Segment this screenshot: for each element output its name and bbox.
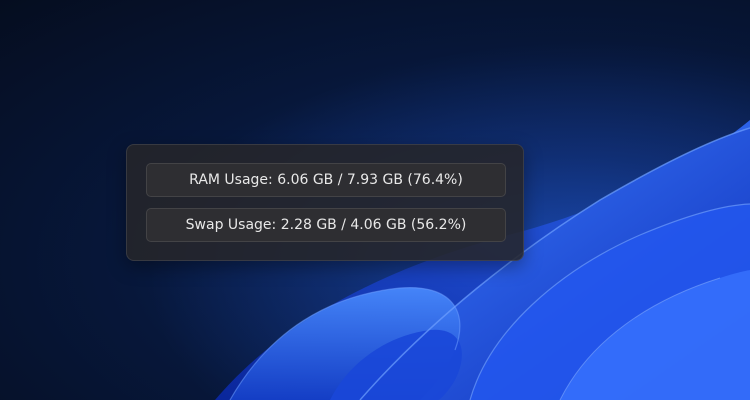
- memory-usage-widget: RAM Usage: 6.06 GB / 7.93 GB (76.4%) Swa…: [126, 144, 524, 261]
- desktop: RAM Usage: 6.06 GB / 7.93 GB (76.4%) Swa…: [0, 0, 750, 400]
- swap-usage-label: Swap Usage: 2.28 GB / 4.06 GB (56.2%): [185, 217, 467, 233]
- swap-usage-row: Swap Usage: 2.28 GB / 4.06 GB (56.2%): [146, 208, 506, 242]
- ram-usage-label: RAM Usage: 6.06 GB / 7.93 GB (76.4%): [189, 172, 463, 188]
- ram-usage-row: RAM Usage: 6.06 GB / 7.93 GB (76.4%): [146, 163, 506, 197]
